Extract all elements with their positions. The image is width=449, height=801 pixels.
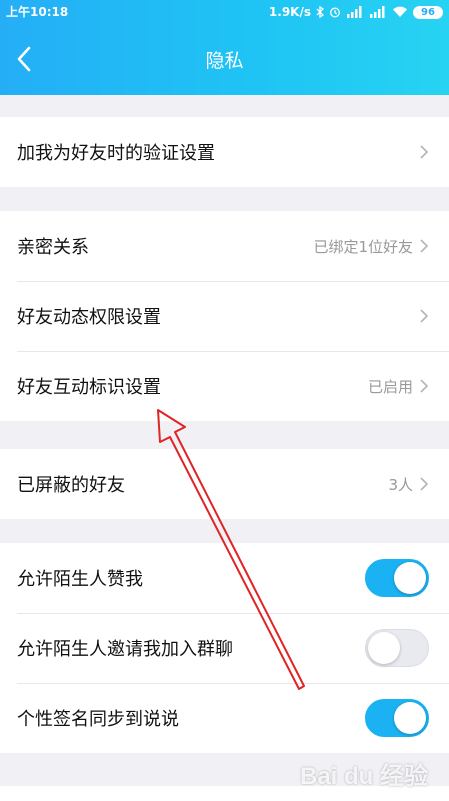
bluetooth-icon [316, 6, 324, 18]
row-value: 已绑定1位好友 [313, 237, 413, 256]
row-label: 亲密关系 [17, 237, 89, 258]
row-label: 已屏蔽的好友 [17, 475, 125, 496]
signal-icon-2 [370, 6, 385, 18]
status-time: 上午10:18 [6, 5, 69, 19]
settings-group-verification: 加我为好友时的验证设置 [0, 117, 449, 187]
row-value: 3人 [388, 475, 413, 494]
settings-group-friends: 亲密关系 已绑定1位好友 好友动态权限设置 好友互动标识设置 已启用 [0, 211, 449, 421]
page-title: 隐私 [205, 50, 244, 72]
stranger-like-toggle[interactable] [365, 559, 429, 597]
status-bar: 上午10:18 1.9K/s 96 [0, 0, 449, 24]
row-label: 好友互动标识设置 [17, 377, 161, 398]
signal-icon-1 [347, 6, 362, 18]
settings-group-blocked: 已屏蔽的好友 3人 [0, 449, 449, 519]
row-allow-stranger-like: 允许陌生人赞我 [0, 543, 449, 613]
row-blocked-friends[interactable]: 已屏蔽的好友 3人 [0, 449, 449, 519]
row-friend-verification[interactable]: 加我为好友时的验证设置 [0, 117, 449, 187]
chevron-right-icon [420, 239, 429, 253]
toggle-knob [368, 632, 400, 664]
row-allow-stranger-invite: 允许陌生人邀请我加入群聊 [0, 613, 449, 683]
toggle-knob [394, 702, 426, 734]
row-label: 个性签名同步到说说 [17, 709, 179, 730]
baidu-watermark: Bai du 经验 [300, 763, 429, 790]
wifi-icon [393, 6, 407, 18]
alarm-icon [330, 7, 340, 18]
toggle-knob [394, 562, 426, 594]
chevron-right-icon [420, 309, 429, 323]
row-label: 允许陌生人邀请我加入群聊 [17, 639, 233, 660]
battery-indicator: 96 [413, 5, 443, 19]
row-signature-sync: 个性签名同步到说说 [0, 683, 449, 753]
row-value: 已启用 [367, 377, 413, 396]
row-label: 允许陌生人赞我 [17, 569, 143, 590]
row-label: 加我为好友时的验证设置 [17, 143, 215, 164]
network-speed: 1.9K/s [268, 5, 311, 19]
signature-sync-toggle[interactable] [365, 699, 429, 737]
app-header: 上午10:18 1.9K/s 96 隐私 [0, 0, 449, 95]
chevron-right-icon [420, 477, 429, 491]
row-interaction-badge[interactable]: 好友互动标识设置 已启用 [0, 351, 449, 421]
row-label: 好友动态权限设置 [17, 307, 161, 328]
status-icons: 1.9K/s 96 [269, 0, 443, 24]
chevron-right-icon [420, 379, 429, 393]
stranger-invite-toggle[interactable] [365, 629, 429, 667]
settings-group-toggles: 允许陌生人赞我 允许陌生人邀请我加入群聊 个性签名同步到说说 [0, 543, 449, 753]
row-close-relationship[interactable]: 亲密关系 已绑定1位好友 [0, 211, 449, 281]
row-feed-permission[interactable]: 好友动态权限设置 [0, 281, 449, 351]
chevron-right-icon [420, 145, 429, 159]
